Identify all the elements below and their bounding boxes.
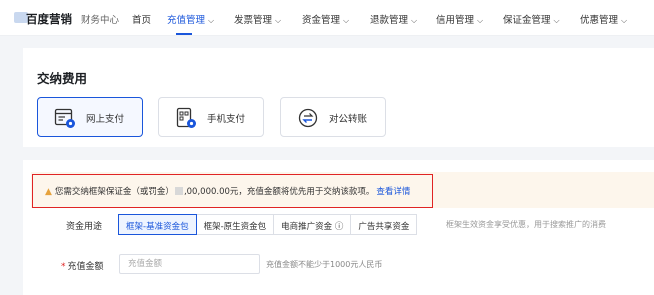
fund-usage-hint: 框架生效资金享受优惠，用于搜索推广的消费	[446, 220, 606, 229]
pay-option-label: 网上支付	[86, 114, 125, 125]
nav-item-refund[interactable]: 退款管理 ⌵	[370, 12, 417, 26]
pay-option-label: 对公转账	[329, 114, 368, 125]
amount-hint: 充值金额不能少于1000元人民币	[266, 260, 383, 269]
fund-usage-option-shared[interactable]: 广告共享资金	[350, 214, 418, 235]
chevron-down-icon: ⌵	[343, 16, 350, 25]
chevron-down-icon: ⌵	[477, 16, 484, 25]
mobile-payment-icon	[176, 107, 196, 128]
fund-usage-option-native[interactable]: 框架-原生资金包	[195, 214, 275, 235]
fund-usage-selector: 框架-基准资金包 框架-原生资金包 电商推广资金 ⓘ 广告共享资金	[118, 214, 418, 235]
amount-label: * 充值金额	[61, 262, 104, 272]
fund-usage-option-base[interactable]: 框架-基准资金包	[118, 214, 197, 235]
active-tab-indicator	[176, 33, 192, 35]
warning-icon: ▲	[45, 187, 52, 197]
brand-subtitle: 财务中心	[81, 15, 120, 26]
pay-option-mobile[interactable]: 手机支付	[158, 97, 264, 137]
payment-card: 交纳费用 网上支付 手机支付 对公转账	[23, 48, 654, 147]
pay-option-transfer[interactable]: 对公转账	[280, 97, 386, 137]
required-marker: *	[61, 262, 66, 272]
chevron-down-icon: ⌵	[553, 16, 560, 25]
pay-option-online[interactable]: 网上支付	[37, 97, 143, 137]
chevron-down-icon: ⌵	[275, 16, 282, 25]
nav-item-credit[interactable]: 信用管理 ⌵	[436, 12, 483, 26]
amount-input[interactable]	[119, 254, 260, 274]
nav-item-invoice[interactable]: 发票管理 ⌵	[234, 12, 281, 26]
chevron-down-icon: ⌵	[621, 16, 628, 25]
nav-item-funds[interactable]: 资金管理 ⌵	[302, 12, 349, 26]
payment-title: 交纳费用	[37, 71, 88, 86]
nav-item-home[interactable]: 首页	[132, 12, 151, 26]
brand-name[interactable]: 百度营销	[26, 11, 72, 27]
bank-transfer-icon	[298, 108, 318, 128]
pay-option-label: 手机支付	[207, 114, 246, 125]
nav-item-recharge[interactable]: 充值管理 ⌵	[167, 12, 214, 26]
recharge-card: ▲ 您需交纳框架保证金（或罚金） ,00,000.00元，充值金额将优先用于交纳该款…	[23, 160, 654, 295]
chevron-down-icon: ⌵	[208, 16, 215, 25]
fund-usage-option-ecommerce[interactable]: 电商推广资金 ⓘ	[273, 214, 352, 235]
masked-amount	[174, 187, 183, 195]
top-nav: 百度营销 财务中心 首页 充值管理 ⌵ 发票管理 ⌵ 资金管理 ⌵ 退款管理 ⌵ 信用管…	[0, 0, 654, 36]
nav-item-deposit[interactable]: 保证金管理 ⌵	[503, 12, 560, 26]
chevron-down-icon: ⌵	[411, 16, 418, 25]
fund-usage-label: 资金用途	[66, 222, 103, 232]
view-details-link[interactable]: 查看详情	[376, 187, 410, 197]
online-payment-icon	[54, 108, 75, 128]
notice-text: ▲ 您需交纳框架保证金（或罚金） ,00,000.00元，充值金额将优先用于交纳该款…	[45, 187, 411, 197]
nav-item-discount[interactable]: 优惠管理 ⌵	[580, 12, 627, 26]
